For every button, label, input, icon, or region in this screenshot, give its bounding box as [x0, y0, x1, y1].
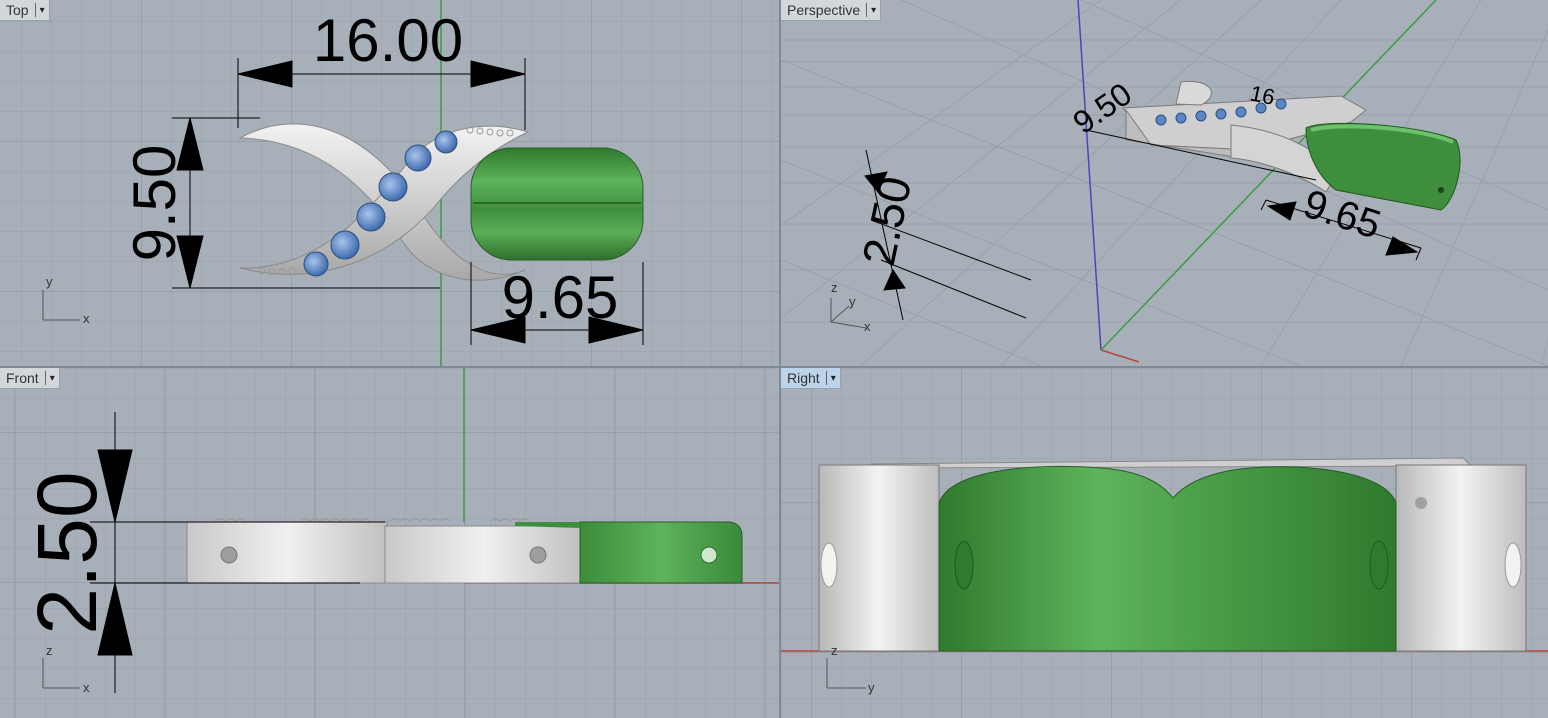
top-view-canvas[interactable]: 16.00 9.50 9.65 y x: [0, 0, 779, 366]
viewport-tab-front[interactable]: Front ▾: [0, 368, 60, 389]
svg-text:y: y: [868, 680, 875, 695]
viewport-label-perspective: Perspective: [787, 2, 861, 18]
svg-text:x: x: [83, 311, 90, 326]
viewport-label-top: Top: [6, 2, 29, 18]
svg-text:z: z: [831, 643, 838, 658]
front-dim-thickness[interactable]: 2.50: [20, 471, 114, 635]
front-view-canvas[interactable]: 2.50 z x: [0, 368, 779, 718]
svg-text:z: z: [831, 280, 838, 295]
dim-width-label[interactable]: 16.00: [313, 7, 463, 74]
svg-text:y: y: [849, 294, 856, 309]
perspective-view-canvas[interactable]: 2.50 9.50 16 9.65 z y x: [781, 0, 1548, 366]
chevron-down-icon[interactable]: ▾: [38, 5, 47, 16]
viewport-top[interactable]: 16.00 9.50 9.65 y x Top ▾: [0, 0, 779, 366]
chevron-down-icon[interactable]: ▾: [48, 373, 57, 384]
viewport-tab-top[interactable]: Top ▾: [0, 0, 50, 21]
viewport-perspective[interactable]: 2.50 9.50 16 9.65 z y x Perspective ▾: [781, 0, 1548, 366]
svg-text:x: x: [864, 319, 871, 334]
svg-text:z: z: [46, 643, 53, 658]
green-bead-top[interactable]: [470, 147, 644, 261]
viewport-front[interactable]: 2.50 z x Front ▾: [0, 368, 779, 718]
pendant-front[interactable]: [186, 518, 743, 584]
viewport-label-right: Right: [787, 370, 820, 386]
viewport-label-front: Front: [6, 370, 39, 386]
chevron-down-icon[interactable]: ▾: [829, 373, 838, 384]
persp-dim-width[interactable]: 16: [1248, 80, 1277, 110]
chevron-down-icon[interactable]: ▾: [869, 5, 878, 16]
dim-height-label[interactable]: 9.50: [121, 145, 188, 262]
svg-text:y: y: [46, 274, 53, 289]
viewport-right[interactable]: z y Right ▾: [781, 368, 1548, 718]
viewport-tab-right[interactable]: Right ▾: [781, 368, 841, 389]
dim-bead-label[interactable]: 9.65: [502, 264, 619, 331]
svg-text:x: x: [83, 680, 90, 695]
viewport-tab-perspective[interactable]: Perspective ▾: [781, 0, 882, 21]
right-view-canvas[interactable]: z y: [781, 368, 1548, 718]
